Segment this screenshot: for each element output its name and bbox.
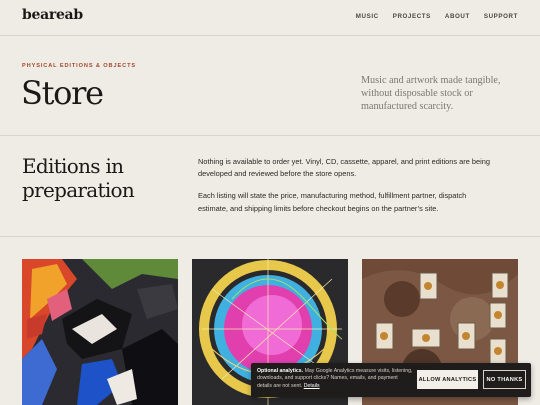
editions-body: Nothing is available to order yet. Vinyl… [198,156,494,225]
consent-message: Optional analytics. May Google Analytics… [257,368,413,390]
editions-title: Editions in preparation [22,154,135,202]
editions-section: Editions in preparation Nothing is avail… [0,136,540,237]
hero-section: PHYSICAL EDITIONS & OBJECTS Store Music … [0,36,540,136]
abstract-painting-image [22,259,178,405]
nav-link-about[interactable]: ABOUT [445,13,470,20]
consent-title: Optional analytics. [257,368,304,374]
main-nav: MUSIC PROJECTS ABOUT SUPPORT [356,13,518,20]
artwork-abstract-painting[interactable] [22,259,178,405]
consent-details-link[interactable]: Details [304,383,320,389]
allow-analytics-button[interactable]: ALLOW ANALYTICS [417,370,478,389]
site-logo[interactable]: beareab [22,7,83,23]
editions-paragraph: Nothing is available to order yet. Vinyl… [198,157,490,179]
hero-eyebrow: PHYSICAL EDITIONS & OBJECTS [22,63,137,69]
nav-link-music[interactable]: MUSIC [356,13,379,20]
nav-link-projects[interactable]: PROJECTS [393,13,431,20]
no-thanks-button[interactable]: NO THANKS [483,370,526,389]
site-header: beareab MUSIC PROJECTS ABOUT SUPPORT [0,0,540,36]
hero-lede: Music and artwork made tangible, without… [361,75,501,112]
analytics-consent-banner: Optional analytics. May Google Analytics… [251,363,531,397]
editions-paragraph: Each listing will state the price, manuf… [198,191,467,213]
nav-link-support[interactable]: SUPPORT [484,13,518,20]
page-title: Store [21,74,104,112]
